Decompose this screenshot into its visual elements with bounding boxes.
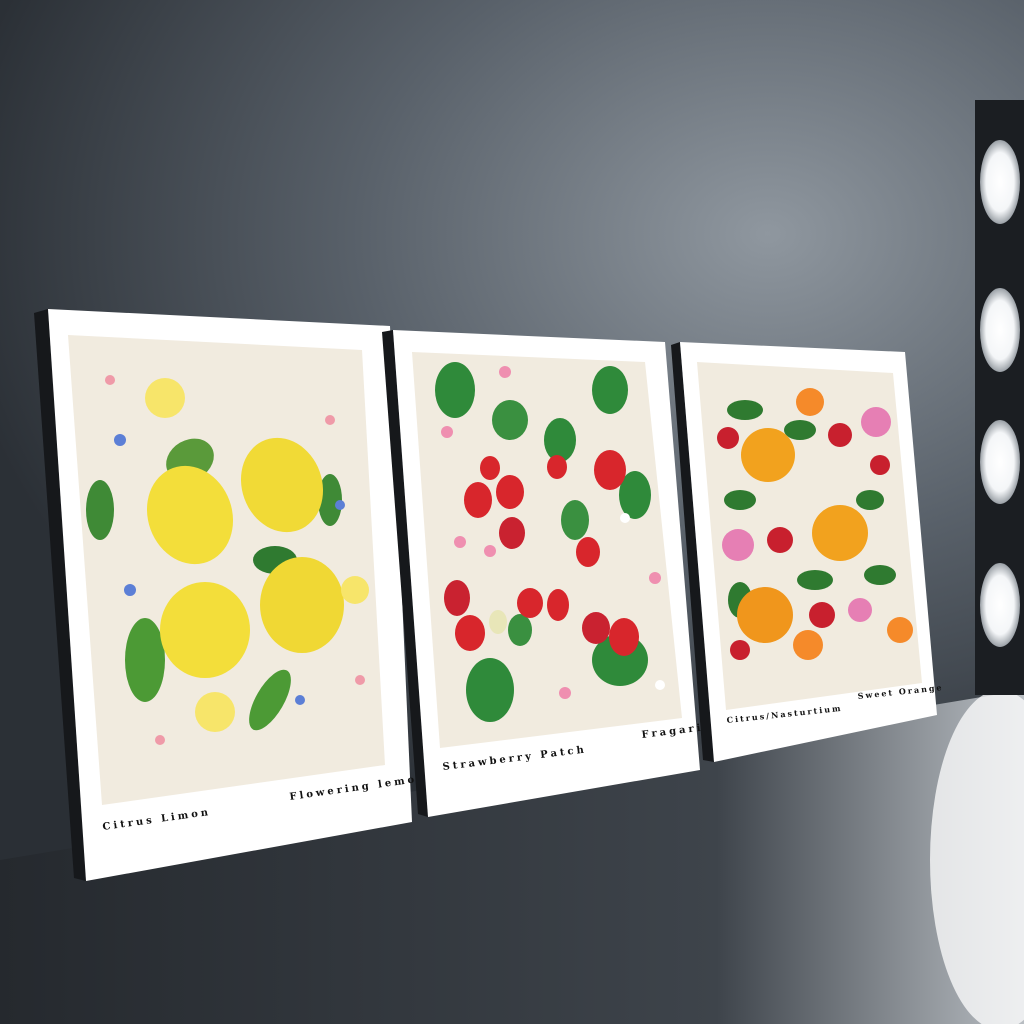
light-bulb — [980, 140, 1020, 224]
product-photo-scene: Citrus Limon Flowering lemons Strawberry… — [0, 0, 1024, 1024]
studio-light-column — [975, 100, 1024, 695]
light-bulb — [980, 563, 1020, 647]
light-bulb — [980, 420, 1020, 504]
canvas-print-strawberries: Strawberry Patch Fragaria — [382, 330, 714, 817]
canvas-print-lemons: Citrus Limon Flowering lemons — [34, 309, 437, 881]
light-bulb — [980, 288, 1020, 372]
canvas-print-oranges: Citrus/Nasturtium Sweet Orange — [671, 342, 944, 762]
